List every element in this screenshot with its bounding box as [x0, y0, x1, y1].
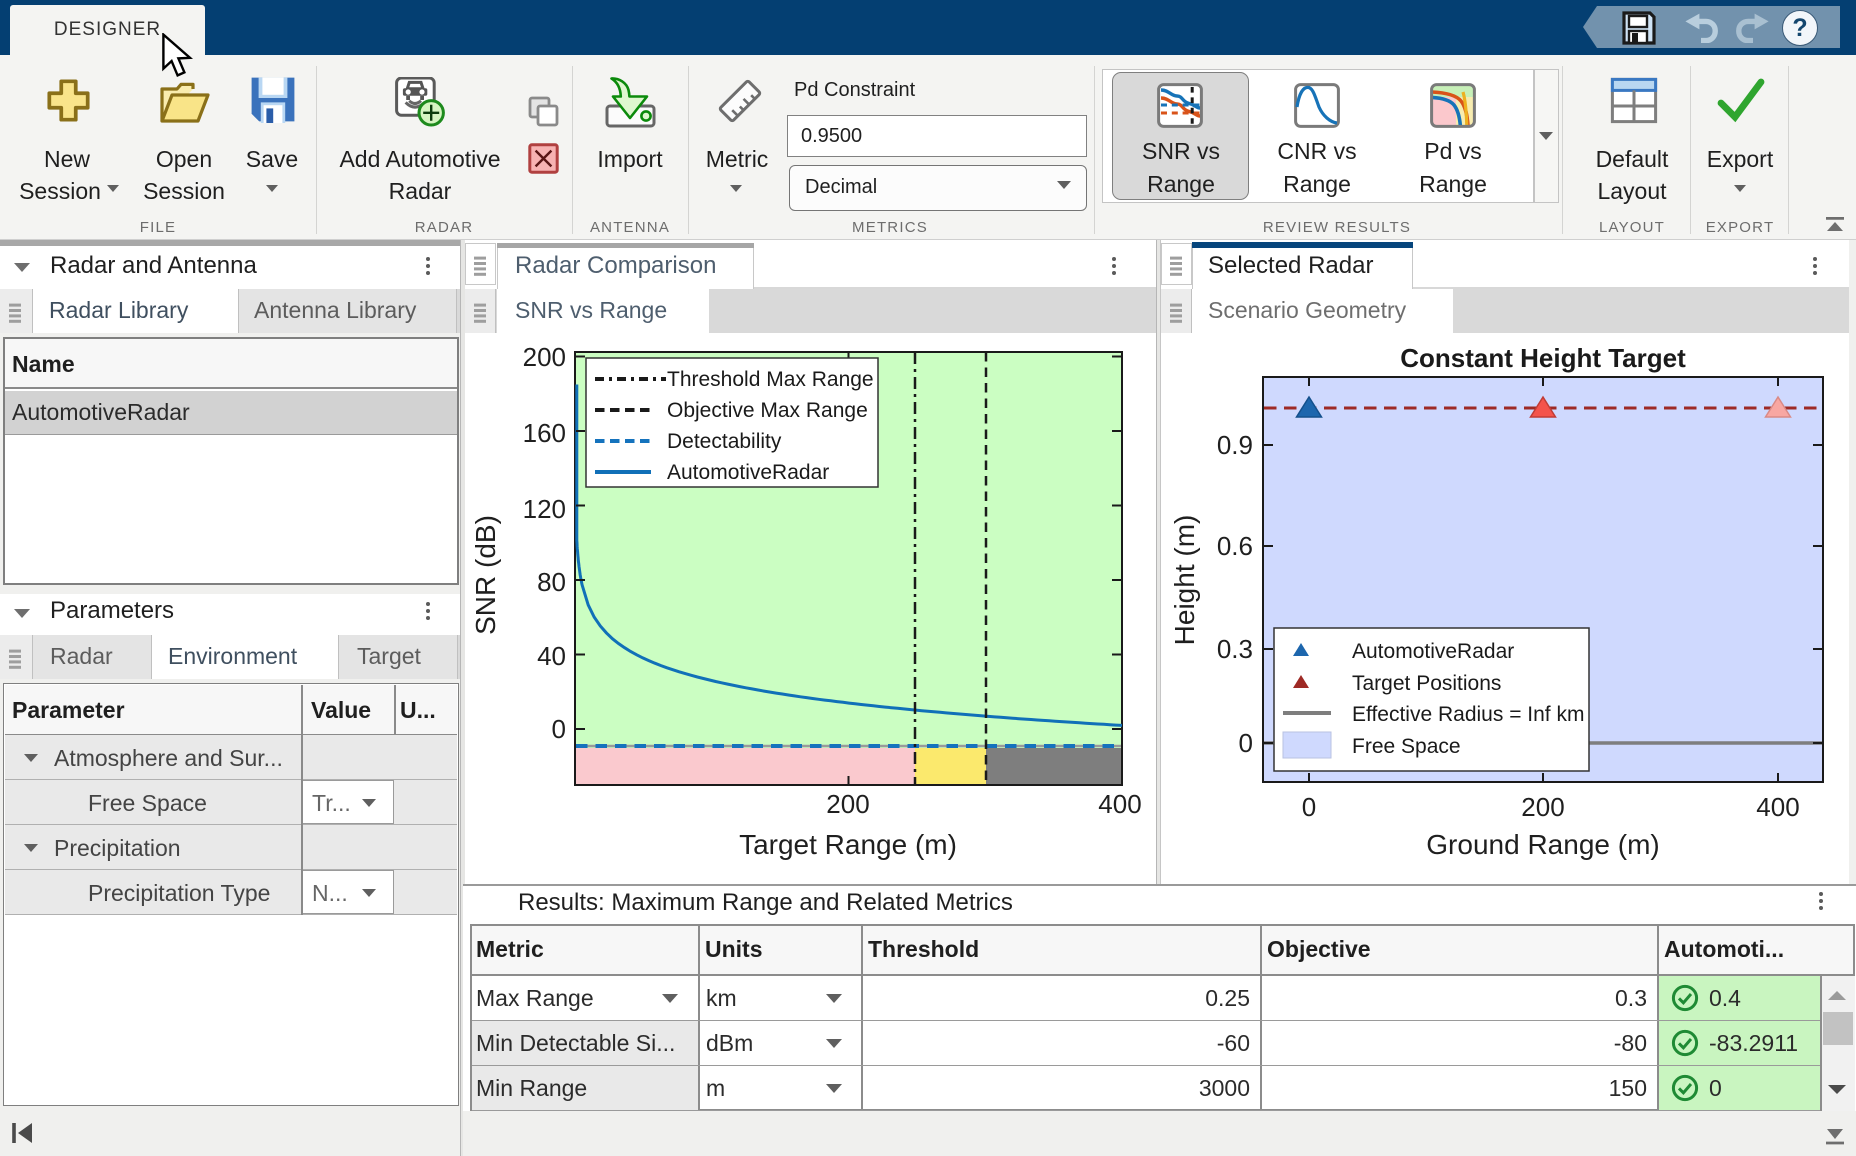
svg-text:0: 0	[1239, 728, 1253, 758]
svg-text:0.6: 0.6	[1217, 531, 1253, 561]
svg-text:40: 40	[537, 641, 566, 671]
svg-text:200: 200	[826, 789, 869, 819]
svg-text:Detectability: Detectability	[667, 430, 782, 453]
svg-text:Constant Height Target: Constant Height Target	[1400, 343, 1686, 373]
svg-text:400: 400	[1098, 789, 1141, 819]
svg-text:200: 200	[1521, 792, 1564, 822]
svg-text:400: 400	[1756, 792, 1799, 822]
svg-text:SNR (dB): SNR (dB)	[470, 515, 501, 635]
svg-text:200: 200	[523, 342, 566, 372]
svg-text:Free Space: Free Space	[1352, 735, 1461, 758]
svg-text:Objective Max Range: Objective Max Range	[667, 399, 868, 422]
svg-text:160: 160	[523, 418, 566, 448]
svg-text:Ground Range (m): Ground Range (m)	[1426, 829, 1659, 860]
svg-text:0.3: 0.3	[1217, 634, 1253, 664]
svg-text:0: 0	[1302, 792, 1316, 822]
svg-text:Target Range (m): Target Range (m)	[739, 829, 957, 860]
svg-text:Threshold Max Range: Threshold Max Range	[667, 368, 874, 391]
svg-text:Height (m): Height (m)	[1169, 515, 1200, 646]
svg-text:0: 0	[552, 714, 566, 744]
svg-text:Effective Radius = Inf km: Effective Radius = Inf km	[1352, 703, 1584, 726]
svg-text:120: 120	[523, 494, 566, 524]
svg-text:AutomotiveRadar: AutomotiveRadar	[1352, 640, 1514, 663]
svg-text:Target Positions: Target Positions	[1352, 672, 1501, 695]
svg-text:AutomotiveRadar: AutomotiveRadar	[667, 461, 829, 484]
svg-text:80: 80	[537, 567, 566, 597]
svg-text:0.9: 0.9	[1217, 430, 1253, 460]
